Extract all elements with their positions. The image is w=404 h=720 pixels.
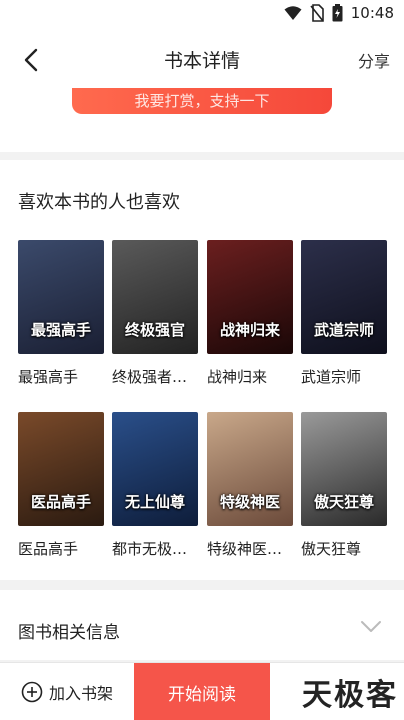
cover-title: 无上仙尊 — [124, 493, 185, 511]
battery-icon — [332, 4, 343, 22]
add-to-shelf-label: 加入书架 — [48, 684, 113, 703]
book-cover[interactable]: 无上仙尊 — [112, 412, 198, 526]
book-item[interactable]: 傲天狂尊 傲天狂尊 — [301, 412, 387, 559]
book-title: 终极强者… — [112, 368, 188, 386]
reward-button[interactable]: 我要打赏，支持一下 — [72, 88, 332, 114]
book-info-row[interactable]: 图书相关信息 — [0, 590, 404, 660]
book-title: 最强高手 — [18, 368, 79, 386]
book-cover[interactable]: 傲天狂尊 — [301, 412, 387, 526]
nav-bar: 书本详情 分享 — [0, 28, 404, 88]
cover-title: 战神归来 — [219, 321, 280, 339]
section-heading: 喜欢本书的人也喜欢 — [18, 192, 180, 213]
book-title: 武道宗师 — [301, 368, 362, 386]
book-title: 战神归来 — [207, 368, 268, 386]
book-cover[interactable]: 终极强官 — [112, 240, 198, 354]
cover-title: 武道宗师 — [313, 321, 374, 339]
download-button[interactable] — [270, 663, 404, 720]
clock: 10:48 — [350, 4, 394, 22]
cover-title: 终极强官 — [124, 321, 185, 339]
start-reading-button[interactable]: 开始阅读 — [134, 663, 270, 720]
plus-circle-icon — [21, 681, 43, 703]
chevron-down-icon[interactable] — [360, 620, 382, 634]
book-cover[interactable]: 战神归来 — [207, 240, 293, 354]
book-item[interactable]: 无上仙尊 都市无极… — [112, 412, 198, 559]
book-item[interactable]: 武道宗师 武道宗师 — [301, 240, 387, 387]
book-cover[interactable]: 特级神医 — [207, 412, 293, 526]
book-title: 医品高手 — [18, 540, 79, 558]
recommendations-section: 喜欢本书的人也喜欢 最强高手 最强高手 终极强官 终极强者… 战神归来 战神归来… — [0, 160, 404, 580]
add-to-shelf-button[interactable]: 加入书架 — [0, 663, 134, 720]
book-cover[interactable]: 医品高手 — [18, 412, 104, 526]
wifi-icon — [284, 6, 302, 20]
cover-title: 最强高手 — [30, 321, 91, 339]
reward-card: 我要打赏，支持一下 — [0, 88, 404, 152]
book-item[interactable]: 战神归来 战神归来 — [207, 240, 293, 387]
cover-title: 傲天狂尊 — [313, 493, 374, 511]
page-title: 书本详情 — [163, 50, 240, 72]
book-cover[interactable]: 武道宗师 — [301, 240, 387, 354]
no-sim-icon — [310, 4, 324, 22]
book-title: 傲天狂尊 — [301, 540, 362, 558]
share-button[interactable]: 分享 — [358, 48, 390, 72]
book-info-label: 图书相关信息 — [18, 623, 120, 643]
book-item[interactable]: 终极强官 终极强者… — [112, 240, 198, 387]
book-item[interactable]: 医品高手 医品高手 — [18, 412, 104, 559]
book-item[interactable]: 最强高手 最强高手 — [18, 240, 104, 387]
cover-title: 特级神医 — [219, 493, 280, 511]
cover-title: 医品高手 — [30, 493, 91, 511]
bottom-action-bar: 加入书架 开始阅读 天极客 — [0, 662, 404, 720]
book-item[interactable]: 特级神医 特级神医… — [207, 412, 293, 559]
book-title: 特级神医… — [207, 540, 283, 558]
book-title: 都市无极… — [112, 540, 188, 558]
book-cover[interactable]: 最强高手 — [18, 240, 104, 354]
status-bar: 10:48 — [0, 0, 404, 28]
